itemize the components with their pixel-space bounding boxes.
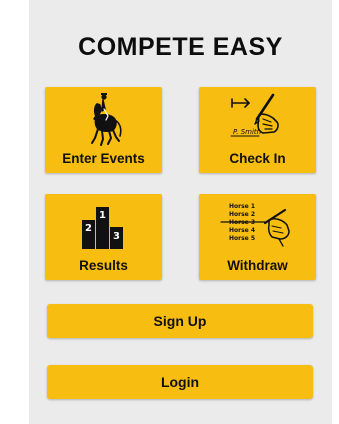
app-panel: COMPETE EASY Enter Events P. Smith Check… xyxy=(29,0,332,424)
list-horse-5: Horse 5 xyxy=(229,235,255,242)
login-button[interactable]: Login xyxy=(47,365,313,399)
check-in-label: Check In xyxy=(229,151,286,166)
podium-first-number: 1 xyxy=(99,210,106,221)
results-label: Results xyxy=(79,258,128,273)
enter-events-button[interactable]: Enter Events xyxy=(45,87,162,173)
podium-icon: 2 1 3 xyxy=(82,207,123,249)
list-horse-1: Horse 1 xyxy=(229,203,255,210)
sign-up-button[interactable]: Sign Up xyxy=(47,304,313,338)
list-horse-4: Horse 4 xyxy=(229,227,255,234)
withdraw-button[interactable]: Horse 1 Horse 2 Horse 3 Horse 4 Horse 5 … xyxy=(199,194,316,280)
enter-events-label: Enter Events xyxy=(62,151,145,166)
signing-hand-icon: P. Smith xyxy=(230,93,279,137)
podium-third-number: 3 xyxy=(113,231,120,242)
signature-text: P. Smith xyxy=(233,128,261,136)
list-horse-2: Horse 2 xyxy=(229,211,255,218)
results-button[interactable]: 2 1 3 Results xyxy=(45,194,162,280)
app-title: COMPETE EASY xyxy=(78,33,283,61)
strike-list-icon: Horse 1 Horse 2 Horse 3 Horse 4 Horse 5 xyxy=(220,203,290,247)
podium-second-number: 2 xyxy=(85,223,92,234)
withdraw-label: Withdraw xyxy=(227,258,288,273)
check-in-button[interactable]: P. Smith Check In xyxy=(199,87,316,173)
dressage-rider-icon xyxy=(91,93,122,146)
